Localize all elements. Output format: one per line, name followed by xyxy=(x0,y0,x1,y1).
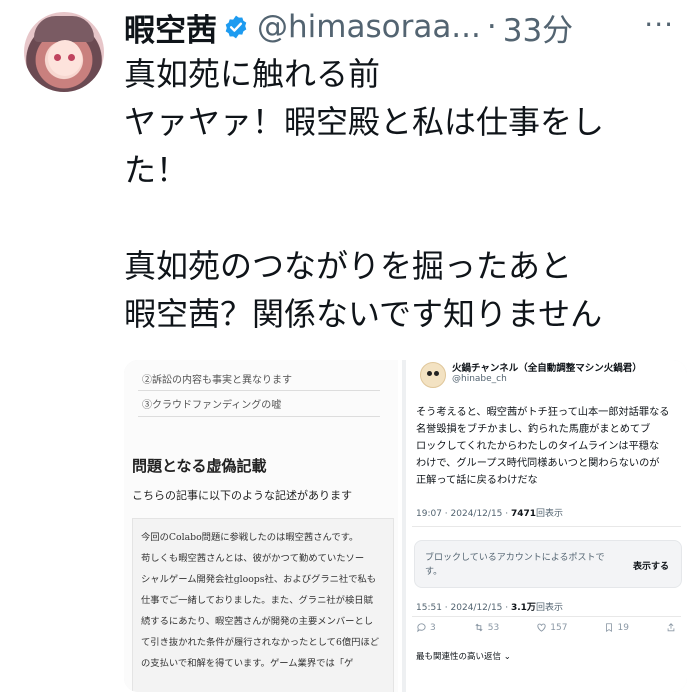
embedded-post-views: 7471 xyxy=(510,509,537,519)
author-avatar[interactable] xyxy=(24,12,104,92)
bookmark-icon xyxy=(606,623,613,633)
embedded-post-header: 火鍋チャンネル（全自動調整マシン火鍋君） @hinabe_ch xyxy=(420,360,642,390)
doc-subheading: こちらの記事に以下のような記述があります xyxy=(132,489,352,502)
separator-dot: · xyxy=(486,9,497,45)
retweet-icon xyxy=(475,623,483,632)
post-text: 真如苑に触れる前 ヤァヤァ！暇空殿と私は仕事をし た！ 真如苑のつながりを掘った… xyxy=(124,50,689,338)
media-image-document[interactable]: ②訴訟の内容も事実と異なります ③クラウドファンディングの嘘 問題となる虚偽記載… xyxy=(124,360,402,692)
doc-quote-line: 仕事でご一緒しておりました。また、グラニ社が検日賦 xyxy=(141,595,373,606)
embedded-post-text: そう考えると、暇空茜がトチ狂って山本一郎対話罪なる 名誉毀損をブチかまし、釣られ… xyxy=(416,404,684,489)
doc-quote-line: 苟しくも暇空茜さんとは、彼がかつて勤めていたソー xyxy=(141,553,365,564)
avatar-eye-right xyxy=(68,54,75,61)
embedded-post-timestamp: 15:51 · 2024/12/15 · xyxy=(416,603,511,613)
avatar-eye-left xyxy=(54,54,61,61)
verified-badge-icon xyxy=(225,15,247,39)
embedded-post-meta-2: 15:51 · 2024/12/15 · 3.1万回表示 xyxy=(416,600,563,613)
doc-quote-block: 今回のColabo問題に参戦したのは暇空茜さんです。 苟しくも暇空茜さんとは、彼… xyxy=(132,518,394,692)
doc-quote-line: て引き抜かれた条件が履行されなかったとして6億円ほど xyxy=(141,637,380,648)
share-action[interactable] xyxy=(666,622,676,633)
author-handle[interactable]: @himasoraa... xyxy=(257,9,481,45)
share-icon xyxy=(667,623,675,632)
blocked-notice-text: ブロックしているアカウントによるポストで す。 xyxy=(425,551,604,579)
heart-icon xyxy=(537,623,546,632)
embedded-post-line: ロックしてくれたからわたしのタイムラインは平穏な xyxy=(416,441,660,452)
doc-quote-line: シャルゲーム開発会社gloops社、およびグラニ社で私も xyxy=(141,574,377,585)
embedded-divider xyxy=(412,526,681,527)
embedded-post-line: 名誉毀損をブチかまし、釣られた馬鹿がまとめてブ xyxy=(416,424,651,435)
bookmark-count: 19 xyxy=(617,622,629,633)
doc-quote-line: の支払いで和解を得ています。ゲーム業界では「ゲ xyxy=(141,658,354,669)
post-text-line: 真如苑に触れる前 xyxy=(124,55,381,93)
blocked-account-notice: ブロックしているアカウントによるポストで す。 表示する xyxy=(414,540,682,588)
embedded-post-meta: 19:07 · 2024/12/15 · 7471回表示 xyxy=(416,506,563,519)
doc-list-item: ②訴訟の内容も事実と異なります xyxy=(142,375,292,386)
more-options-icon[interactable]: ··· xyxy=(644,8,674,41)
embedded-author-name: 火鍋チャンネル（全自動調整マシン火鍋君） xyxy=(452,363,642,374)
reply-icon xyxy=(417,623,426,633)
post-text-blank-line xyxy=(124,194,689,242)
doc-divider xyxy=(138,416,380,417)
views-suffix: 回表示 xyxy=(536,509,564,519)
show-button[interactable]: 表示する xyxy=(633,559,669,572)
post-text-line: 真如苑のつながりを掘ったあと xyxy=(124,247,573,285)
doc-divider xyxy=(138,390,380,391)
embedded-post-timestamp: 19:07 · 2024/12/15 · xyxy=(416,509,511,519)
retweet-action[interactable]: 53 xyxy=(473,622,499,633)
embedded-post-line: そう考えると、暇空茜がトチ狂って山本一郎対話罪なる xyxy=(416,407,670,418)
like-count: 157 xyxy=(550,622,568,633)
author-name[interactable]: 暇空茜 xyxy=(124,5,217,50)
avatar-hat xyxy=(34,16,94,42)
post-time[interactable]: 33分 xyxy=(503,5,573,50)
post-text-line: 暇空茜？関係ないです知りません xyxy=(124,295,603,333)
embedded-post-line: 正解って話に戻るわけだな xyxy=(416,475,538,486)
blocked-notice-line: ブロックしているアカウントによるポストで xyxy=(425,553,605,563)
doc-quote-line: 今回のColabo問題に参戦したのは暇空茜さんです。 xyxy=(141,532,359,543)
bookmark-action[interactable]: 19 xyxy=(604,622,629,633)
reply-action[interactable]: 3 xyxy=(416,622,436,633)
reply-sort-selector[interactable]: 最も関連性の高い返信 ⌄ xyxy=(416,650,511,662)
like-action[interactable]: 157 xyxy=(536,622,567,633)
retweet-count: 53 xyxy=(487,622,500,633)
media-image-embedded-post[interactable]: 火鍋チャンネル（全自動調整マシン火鍋君） @hinabe_ch そう考えると、暇… xyxy=(406,360,687,692)
embedded-action-bar: 3 53 157 19 xyxy=(416,622,676,633)
doc-list-item: ③クラウドファンディングの嘘 xyxy=(142,400,282,411)
post-text-line: ヤァヤァ！暇空殿と私は仕事をし xyxy=(124,103,605,141)
post-media[interactable]: ②訴訟の内容も事実と異なります ③クラウドファンディングの嘘 問題となる虚偽記載… xyxy=(124,360,687,692)
embedded-divider xyxy=(412,616,681,617)
doc-quote-line: 続するにあたり、暇空茜さんが開発の主要メンバーとし xyxy=(141,616,374,627)
embedded-post-views: 3.1万 xyxy=(510,603,536,613)
embedded-author-avatar xyxy=(420,362,446,388)
reply-count: 3 xyxy=(430,622,436,633)
blocked-notice-line: す。 xyxy=(425,567,443,577)
views-suffix: 回表示 xyxy=(535,603,563,613)
post-header: 暇空茜 @himasoraa... · 33分 xyxy=(124,5,573,50)
embedded-author-handle: @hinabe_ch xyxy=(452,374,507,384)
post-text-line: た！ xyxy=(124,151,189,189)
doc-heading: 問題となる虚偽記載 xyxy=(132,457,267,475)
embedded-post-line: わけで、グループス時代同様あいつと関わらないのが xyxy=(416,458,660,469)
